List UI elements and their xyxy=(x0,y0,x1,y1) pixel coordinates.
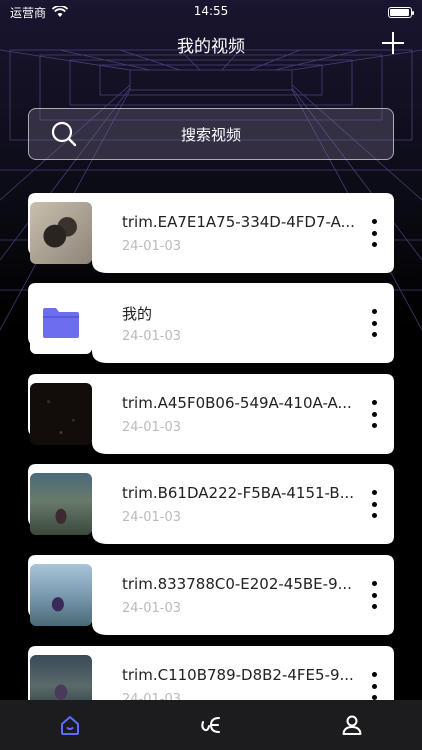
list-item[interactable]: trim.B61DA222-F5BA-4151-B... 24-01-03 xyxy=(28,464,394,544)
video-date: 24-01-03 xyxy=(122,239,182,254)
page-title: 我的视频 xyxy=(177,37,245,57)
clock: 14:55 xyxy=(193,4,229,18)
status-bar: 运营商 14:55 xyxy=(0,0,422,24)
search-bar[interactable]: 搜索视频 xyxy=(28,108,394,160)
connect-icon xyxy=(201,717,220,733)
video-title: trim.A45F0B06-549A-410A-A... xyxy=(122,394,352,412)
search-placeholder: 搜索视频 xyxy=(180,126,241,144)
video-date: 24-01-03 xyxy=(122,601,182,616)
list-item[interactable]: trim.A45F0B06-549A-410A-A... 24-01-03 xyxy=(28,374,394,454)
video-title: trim.EA7E1A75-334D-4FD7-A... xyxy=(122,213,355,231)
folder-icon xyxy=(30,292,92,354)
video-date: 24-01-03 xyxy=(122,510,182,525)
video-title: trim.B61DA222-F5BA-4151-B... xyxy=(122,484,355,502)
tab-bar xyxy=(0,700,422,750)
list-item[interactable]: trim.833788C0-E202-45BE-9... 24-01-03 xyxy=(28,555,394,635)
battery-icon xyxy=(388,6,414,18)
folder-title: 我的 xyxy=(122,305,153,323)
video-thumbnail-dark xyxy=(30,383,92,445)
more-icon[interactable] xyxy=(366,672,382,700)
plus-icon[interactable] xyxy=(380,30,406,56)
video-title: trim.833788C0-E202-45BE-9... xyxy=(122,575,352,593)
tab-connect[interactable] xyxy=(181,700,241,750)
list-item[interactable]: 我的 24-01-03 xyxy=(28,283,394,363)
more-icon[interactable] xyxy=(366,219,382,247)
list-item[interactable]: trim.EA7E1A75-334D-4FD7-A... 24-01-03 xyxy=(28,193,394,273)
video-thumbnail-game-outdoor xyxy=(30,564,92,626)
video-thumbnail-game-street xyxy=(30,473,92,535)
more-icon[interactable] xyxy=(366,309,382,337)
tab-profile[interactable] xyxy=(322,700,382,750)
video-date: 24-01-03 xyxy=(122,329,182,344)
video-title: trim.C110B789-D8B2-4FE5-9... xyxy=(122,666,354,684)
tab-home[interactable] xyxy=(40,700,100,750)
video-date: 24-01-03 xyxy=(122,420,182,435)
more-icon[interactable] xyxy=(366,400,382,428)
nav-bar: 我的视频 xyxy=(0,28,422,60)
more-icon[interactable] xyxy=(366,490,382,518)
video-thumbnail-dog xyxy=(30,202,92,264)
more-icon[interactable] xyxy=(366,581,382,609)
home-icon xyxy=(61,716,80,735)
person-icon xyxy=(342,715,362,735)
